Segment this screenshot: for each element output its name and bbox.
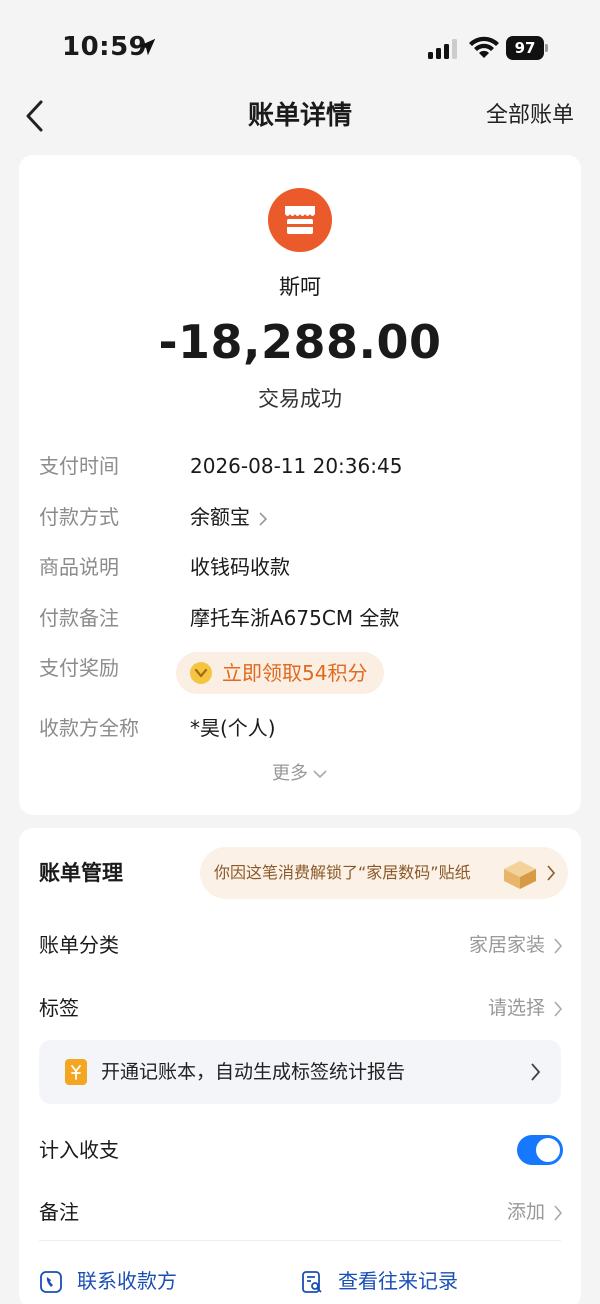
- include-in-stats-row: 计入收支: [39, 1132, 563, 1168]
- more-label: 更多: [272, 763, 308, 784]
- nav-bar: 账单详情 全部账单: [0, 92, 600, 142]
- transaction-amount: -18,288.00: [158, 315, 442, 369]
- merchant-name: 斯呵: [279, 275, 321, 299]
- ledger-icon: [65, 1059, 87, 1085]
- claim-points-label: 立即领取54积分: [222, 661, 368, 685]
- battery-level: 97: [506, 36, 544, 60]
- detail-row-payee: 收款方全称 *昊(个人): [39, 713, 559, 743]
- detail-row-pay-method[interactable]: 付款方式 余额宝: [39, 502, 559, 532]
- detail-row-pay-time: 支付时间 2026-08-11 20:36:45: [39, 451, 559, 481]
- pay-method-link[interactable]: 余额宝: [190, 502, 268, 532]
- sticker-banner-text: 你因这笔消费解锁了“家居数码”贴纸: [214, 863, 471, 882]
- transaction-card: 斯呵 -18,288.00 交易成功 支付时间 2026-08-11 20:36…: [19, 155, 581, 815]
- claim-points-button[interactable]: 立即领取54积分: [176, 652, 384, 694]
- toggle-knob: [536, 1138, 560, 1162]
- points-coin-icon: [190, 662, 212, 684]
- cellular-signal-icon: [428, 39, 457, 59]
- setting-value: 家居家装: [468, 934, 545, 956]
- section-title: 账单管理: [39, 861, 123, 885]
- action-label: 联系收款方: [77, 1269, 177, 1293]
- chevron-right-icon: [531, 1063, 541, 1081]
- setting-label: 账单分类: [39, 933, 119, 957]
- detail-label: 收款方全称: [39, 716, 139, 740]
- detail-value: 2026-08-11 20:36:45: [190, 454, 403, 478]
- detail-label: 付款方式: [39, 505, 119, 529]
- contact-payee-button[interactable]: 联系收款方: [39, 1266, 177, 1296]
- chevron-down-icon: [313, 770, 327, 779]
- sticker-unlock-banner[interactable]: 你因这笔消费解锁了“家居数码”贴纸: [200, 847, 568, 899]
- record-search-icon: [302, 1271, 322, 1293]
- tag-row[interactable]: 标签 请选择: [39, 990, 563, 1026]
- detail-label: 支付奖励: [39, 656, 119, 680]
- setting-label: 标签: [39, 996, 79, 1020]
- detail-row-product: 商品说明 收钱码收款: [39, 552, 559, 582]
- setting-value: 请选择: [487, 997, 545, 1019]
- chevron-right-icon: [554, 1205, 563, 1221]
- transaction-status: 交易成功: [258, 387, 342, 411]
- battery-cap: [545, 44, 548, 52]
- battery-indicator: 97: [506, 36, 548, 60]
- wifi-icon: [469, 36, 499, 58]
- view-history-button[interactable]: 查看往来记录: [300, 1266, 458, 1296]
- sticker-box-icon: [504, 861, 536, 889]
- detail-label: 付款备注: [39, 606, 119, 630]
- more-button[interactable]: 更多: [19, 759, 581, 785]
- merchant-shop-icon: [268, 188, 332, 252]
- phone-icon: [40, 1271, 62, 1293]
- remark-row[interactable]: 备注 添加: [39, 1194, 563, 1230]
- chevron-right-icon: [554, 1001, 563, 1017]
- status-time: 10:59: [62, 32, 148, 62]
- detail-row-remark: 付款备注 摩托车浙A675CM 全款: [39, 603, 559, 633]
- all-bills-link[interactable]: 全部账单: [486, 100, 574, 132]
- bill-management-card: 账单管理 你因这笔消费解锁了“家居数码”贴纸 账单分类 家居家装 标签 请选择 …: [19, 828, 581, 1304]
- detail-label: 支付时间: [39, 454, 119, 478]
- detail-value: 收钱码收款: [190, 555, 290, 579]
- chevron-right-icon: [547, 865, 556, 881]
- setting-label: 计入收支: [39, 1138, 119, 1162]
- setting-label: 备注: [39, 1200, 79, 1224]
- location-arrow-icon: [138, 38, 156, 56]
- detail-value: 余额宝: [190, 505, 250, 529]
- detail-label: 商品说明: [39, 555, 119, 579]
- ledger-promo-banner[interactable]: 开通记账本，自动生成标签统计报告: [39, 1040, 561, 1104]
- bill-category-row[interactable]: 账单分类 家居家装: [39, 927, 563, 963]
- status-bar: 10:59 97: [0, 0, 600, 92]
- action-label: 查看往来记录: [338, 1269, 458, 1293]
- detail-value: *昊(个人): [190, 716, 276, 740]
- divider: [39, 1240, 561, 1241]
- include-in-stats-toggle[interactable]: [517, 1135, 563, 1165]
- detail-value: 摩托车浙A675CM 全款: [190, 606, 400, 630]
- setting-value: 添加: [506, 1201, 545, 1223]
- promo-text: 开通记账本，自动生成标签统计报告: [101, 1061, 406, 1083]
- chevron-right-icon: [554, 938, 563, 954]
- chevron-right-icon: [259, 511, 268, 526]
